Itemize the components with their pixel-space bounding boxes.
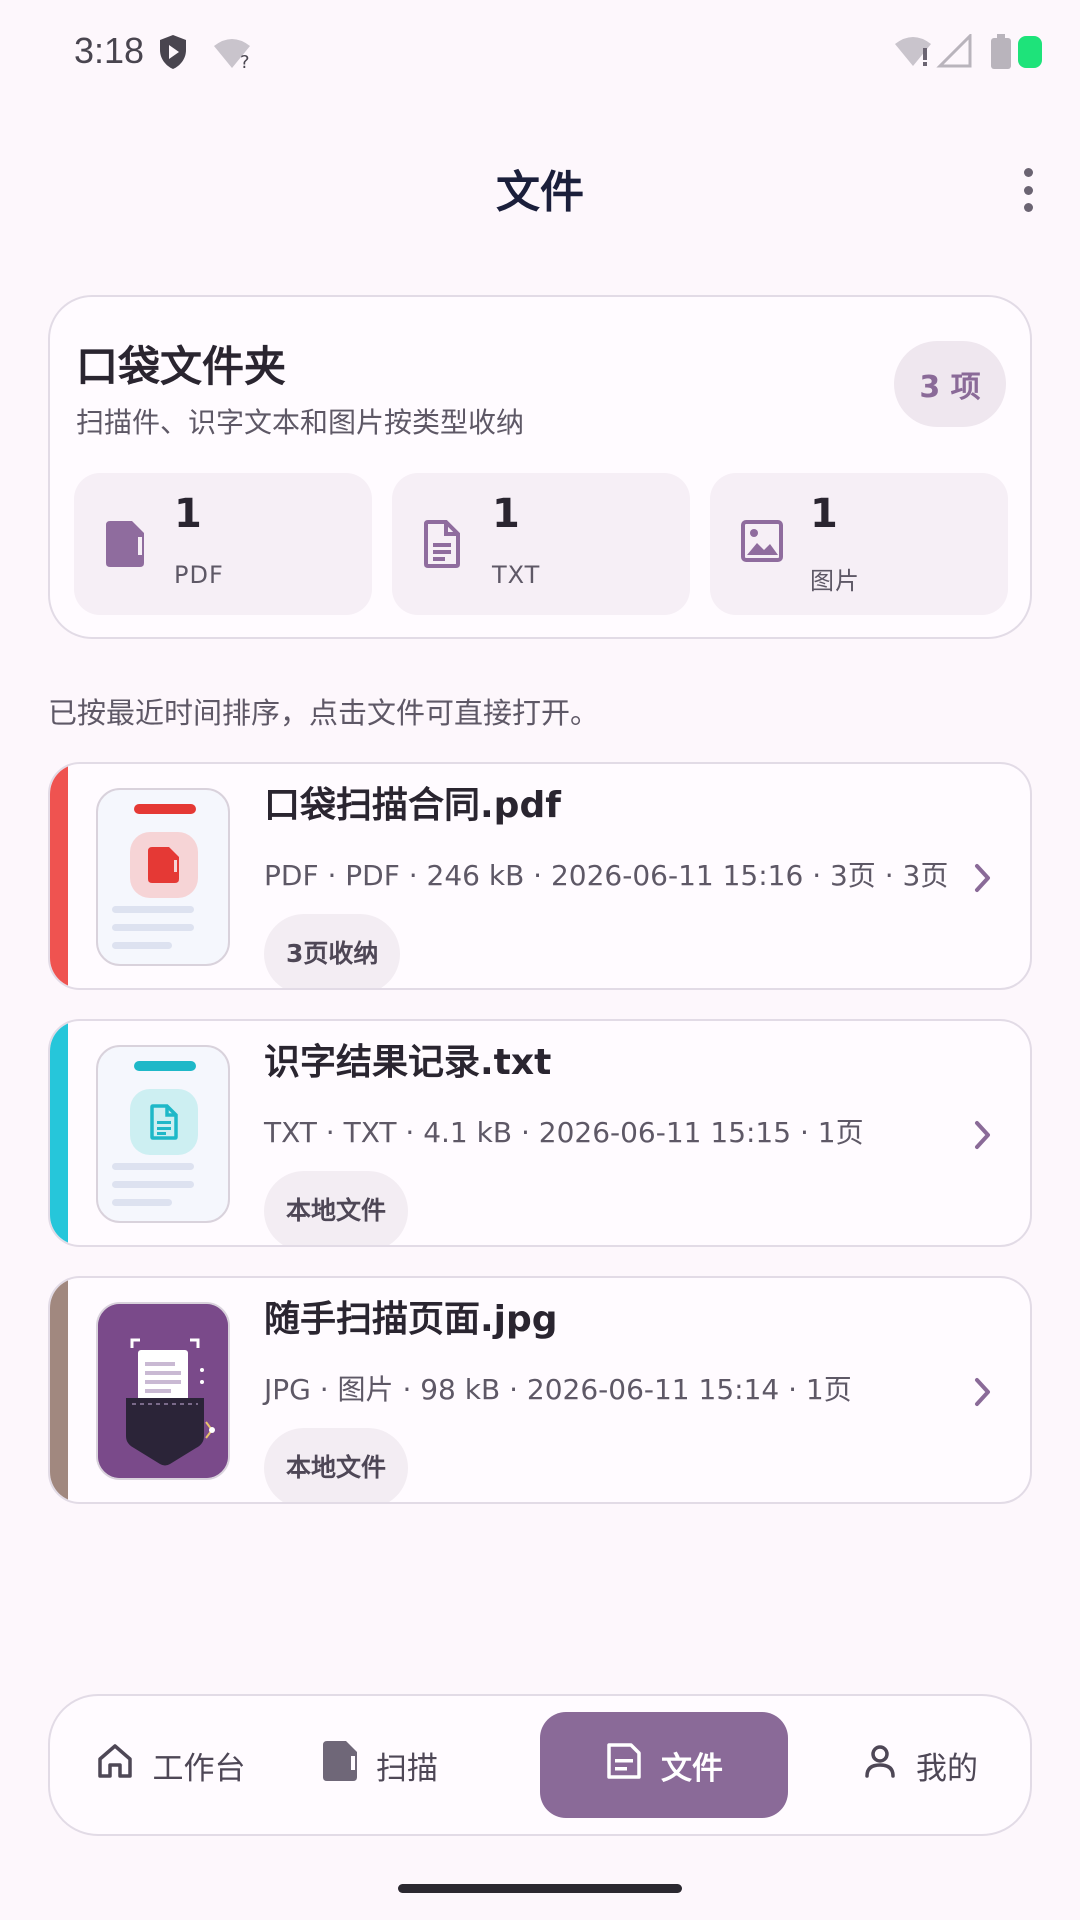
thumb-line	[112, 1181, 194, 1188]
nav-label: 扫描	[376, 1750, 438, 1787]
thumb-line	[112, 1163, 194, 1170]
nav-label: 工作台	[152, 1750, 246, 1787]
home-icon	[95, 1741, 135, 1789]
pdf-file-icon	[130, 832, 198, 898]
file-accent-bar	[50, 1021, 68, 1245]
svg-text:?: ?	[240, 52, 250, 70]
chevron-right-icon	[972, 1374, 994, 1414]
status-bar: 3:18 ?	[0, 0, 1080, 110]
stat-count: 1	[174, 491, 202, 537]
file-name: 识字结果记录.txt	[264, 1042, 552, 1083]
stat-count: 1	[492, 491, 520, 537]
home-indicator[interactable]	[398, 1884, 682, 1893]
nav-item-workbench[interactable]: 工作台	[80, 1712, 260, 1818]
scanned-page-thumbnail	[96, 1302, 230, 1480]
thumb-line	[112, 942, 172, 949]
file-tag: 本地文件	[264, 1171, 409, 1245]
files-screen: 3:18 ? 文件 口袋文件夹 扫描件、识字文本和图片按类型收纳 3 项 1 P…	[0, 0, 1080, 1920]
pdf-file-icon	[104, 519, 146, 573]
file-tag: 本地文件	[264, 1428, 409, 1502]
file-name: 口袋扫描合同.pdf	[264, 785, 561, 826]
nav-label: 文件	[661, 1750, 723, 1787]
file-accent-bar	[50, 764, 68, 988]
file-meta: JPG · 图片 · 98 kB · 2026-06-11 15:14 · 1页	[264, 1373, 852, 1406]
nav-item-me[interactable]: 我的	[840, 1712, 1000, 1818]
wifi-unknown-icon: ?	[212, 36, 254, 74]
summary-subtitle: 扫描件、识字文本和图片按类型收纳	[76, 406, 525, 439]
nav-label: 我的	[916, 1750, 978, 1787]
thumb-line	[112, 906, 194, 913]
status-time: 3:18	[74, 30, 145, 71]
shield-icon	[158, 34, 188, 74]
nav-item-files[interactable]: 文件	[540, 1712, 788, 1818]
battery-icon	[990, 34, 1012, 74]
file-tag: 3页收纳	[264, 914, 401, 988]
chevron-right-icon	[972, 1117, 994, 1157]
files-icon	[605, 1741, 643, 1789]
file-meta: TXT · TXT · 4.1 kB · 2026-06-11 15:15 · …	[264, 1116, 864, 1149]
thumb-line	[112, 1199, 172, 1206]
stat-tile-image: 1 图片	[710, 473, 1008, 615]
page-title: 文件	[496, 167, 584, 218]
file-accent-bar	[50, 1278, 68, 1502]
image-icon	[740, 519, 784, 567]
pdf-thumbnail	[96, 788, 230, 966]
nav-item-scan[interactable]: 扫描	[300, 1712, 460, 1818]
thumb-line	[112, 924, 194, 931]
chevron-right-icon	[972, 860, 994, 900]
pocket-scan-image-icon	[98, 1304, 228, 1478]
text-file-icon	[130, 1089, 198, 1155]
more-vert-dot	[1023, 203, 1033, 212]
thumb-header-bar	[134, 1061, 196, 1071]
file-item-pdf[interactable]: 口袋扫描合同.pdf PDF · PDF · 246 kB · 2026-06-…	[48, 762, 1032, 990]
signal-icon	[936, 32, 972, 72]
more-vert-icon	[1023, 168, 1033, 177]
stat-label: 图片	[810, 567, 860, 595]
txt-thumbnail	[96, 1045, 230, 1223]
stat-label: PDF	[174, 561, 224, 589]
text-file-icon	[422, 519, 462, 573]
file-item-jpg[interactable]: 随手扫描页面.jpg JPG · 图片 · 98 kB · 2026-06-11…	[48, 1276, 1032, 1504]
wifi-icon	[893, 34, 935, 72]
bottom-navigation: 工作台 扫描 文件 我的	[48, 1694, 1032, 1836]
more-options-button[interactable]	[1008, 164, 1048, 216]
stat-tile-txt: 1 TXT	[392, 473, 690, 615]
stat-label: TXT	[492, 561, 541, 589]
file-meta: PDF · PDF · 246 kB · 2026-06-11 15:16 · …	[264, 859, 949, 892]
more-vert-dot	[1023, 185, 1033, 195]
file-name: 随手扫描页面.jpg	[264, 1299, 558, 1340]
person-icon	[862, 1742, 898, 1788]
pocket-folder-card: 口袋文件夹 扫描件、识字文本和图片按类型收纳 3 项 1 PDF 1 TXT 1…	[48, 295, 1032, 639]
stat-count: 1	[810, 491, 838, 537]
stat-tile-pdf: 1 PDF	[74, 473, 372, 615]
scan-icon	[322, 1740, 358, 1790]
thumb-header-bar	[134, 804, 196, 814]
battery-charging-indicator	[1018, 36, 1042, 68]
item-count-badge: 3 项	[894, 341, 1006, 427]
summary-title: 口袋文件夹	[76, 342, 287, 391]
sort-hint: 已按最近时间排序，点击文件可直接打开。	[48, 696, 600, 730]
file-item-txt[interactable]: 识字结果记录.txt TXT · TXT · 4.1 kB · 2026-06-…	[48, 1019, 1032, 1247]
